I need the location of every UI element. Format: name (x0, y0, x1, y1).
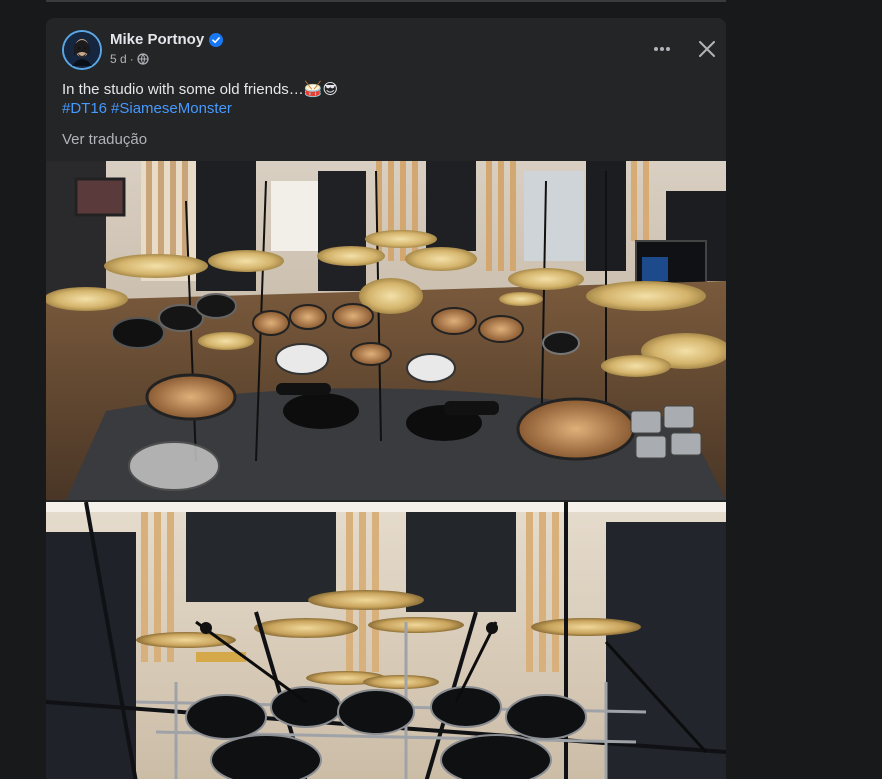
more-options-icon[interactable] (647, 34, 677, 64)
author-name[interactable]: Mike Portnoy (110, 31, 204, 48)
post-text: In the studio with some old friends…🥁😎 (62, 81, 339, 98)
globe-icon (137, 53, 149, 65)
post-card: Mike Portnoy 5 d · In the studio with so… (46, 18, 726, 779)
avatar[interactable] (62, 30, 102, 70)
post-meta: 5 d · (110, 52, 149, 66)
post-header: Mike Portnoy 5 d · (62, 30, 715, 70)
see-translation-link[interactable]: Ver tradução (62, 131, 147, 148)
previous-card-edge (46, 0, 726, 2)
author-row: Mike Portnoy (110, 31, 224, 48)
post-time[interactable]: 5 d (110, 52, 127, 66)
post-photo-drum-kit-wide[interactable] (46, 161, 726, 500)
post-hashtags: #DT16 #SiameseMonster (62, 99, 236, 118)
hashtag-link[interactable]: #DT16 (62, 100, 107, 117)
close-icon[interactable] (692, 34, 722, 64)
post-photo-drum-kit-front[interactable] (46, 502, 726, 779)
hashtag-link[interactable]: #SiameseMonster (111, 100, 232, 117)
meta-separator: · (129, 52, 134, 66)
verified-badge-icon (209, 32, 224, 47)
